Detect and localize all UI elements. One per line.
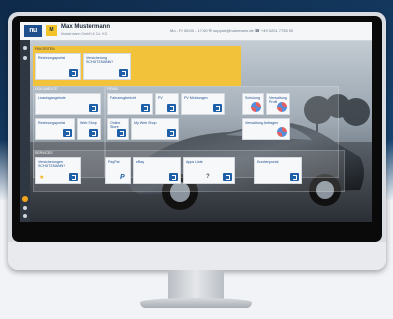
requests-icon <box>277 127 287 137</box>
tile-online-store[interactable]: Online Store <box>107 118 129 140</box>
tile-verwaltung-anfragen[interactable]: Verwaltung Anfragen <box>242 118 290 140</box>
open-arrow-icon[interactable] <box>213 104 222 112</box>
tile-web-shop[interactable]: Web Shop <box>77 118 101 140</box>
app-logo[interactable]: nu <box>24 25 42 37</box>
tile-kundenportal[interactable]: Kundenportal <box>254 157 302 184</box>
open-arrow-icon[interactable] <box>89 104 98 112</box>
user-name: Max Mustermann <box>61 24 111 30</box>
monitor-chin <box>8 242 386 270</box>
open-arrow-icon[interactable] <box>63 129 72 137</box>
dashboard-screen: nu M Max Mustermann Mustermann GmbH & Co… <box>20 22 372 222</box>
tile-leasingangebote[interactable]: Leasingangebote <box>35 93 101 115</box>
tile-ebay[interactable]: eBay <box>133 157 181 184</box>
group-label-company: Firma <box>107 87 118 91</box>
help-icon[interactable] <box>23 214 27 218</box>
avatar[interactable]: M <box>46 25 57 36</box>
monitor-stand-foot <box>140 298 252 308</box>
tile-fahrzeugbericht[interactable]: Fahrzeugbericht <box>107 93 153 115</box>
open-arrow-icon[interactable] <box>119 69 128 77</box>
tile-schulung[interactable]: Schulung <box>242 93 264 115</box>
tile-my-web-shop[interactable]: My Web Shop <box>131 118 179 140</box>
monitor-stand-neck <box>168 270 224 300</box>
tile-verwaltung-profil[interactable]: Verwaltung Profil <box>266 93 290 115</box>
tile-versicherungen[interactable]: Versicherungen SCHÜTZMANN? ★ <box>35 157 81 184</box>
home-icon[interactable] <box>23 46 27 50</box>
paypal-icon: P <box>120 174 125 181</box>
open-arrow-icon[interactable] <box>290 173 299 181</box>
tile-apps-liste[interactable]: Apps Liste ? <box>183 157 235 184</box>
open-arrow-icon[interactable] <box>167 104 176 112</box>
group-label-favorites: Favoriten <box>35 47 55 51</box>
user-company: Mustermann GmbH & Co. KG <box>61 32 108 36</box>
group-label-documents: Dokumente <box>35 87 58 91</box>
tile-rechnungsportal-2[interactable]: Rechnungsportal <box>35 118 75 140</box>
open-arrow-icon[interactable] <box>117 129 126 137</box>
tile-pv-meldungen[interactable]: PV Meldungen <box>181 93 225 115</box>
open-arrow-icon[interactable] <box>69 173 78 181</box>
sidebar <box>20 40 30 222</box>
star-icon: ★ <box>39 175 45 181</box>
open-arrow-icon[interactable] <box>141 104 150 112</box>
question-icon: ? <box>206 174 210 180</box>
tile-rechnungsportal[interactable]: Rechnungsportal <box>35 53 81 80</box>
training-icon <box>251 102 261 112</box>
tile-pv[interactable]: PV <box>155 93 179 115</box>
settings-icon[interactable] <box>23 206 27 210</box>
profile-icon <box>277 102 287 112</box>
app-header: nu M Max Mustermann Mustermann GmbH & Co… <box>20 22 372 41</box>
tile-paypal[interactable]: PayPal P <box>105 157 131 184</box>
open-arrow-icon[interactable] <box>223 173 232 181</box>
tile-versicherung[interactable]: Versicherung SCHÜTZMANN? <box>83 53 131 80</box>
menu-icon[interactable] <box>23 56 27 60</box>
open-arrow-icon[interactable] <box>169 173 178 181</box>
active-nav-icon[interactable] <box>22 196 28 202</box>
open-arrow-icon[interactable] <box>69 69 78 77</box>
open-arrow-icon[interactable] <box>167 129 176 137</box>
open-arrow-icon[interactable] <box>89 129 98 137</box>
contact-info: Mo - Fr 08:00 - 17:00 ✉ support@nutzmann… <box>170 28 294 33</box>
group-label-services: Services <box>35 151 53 155</box>
